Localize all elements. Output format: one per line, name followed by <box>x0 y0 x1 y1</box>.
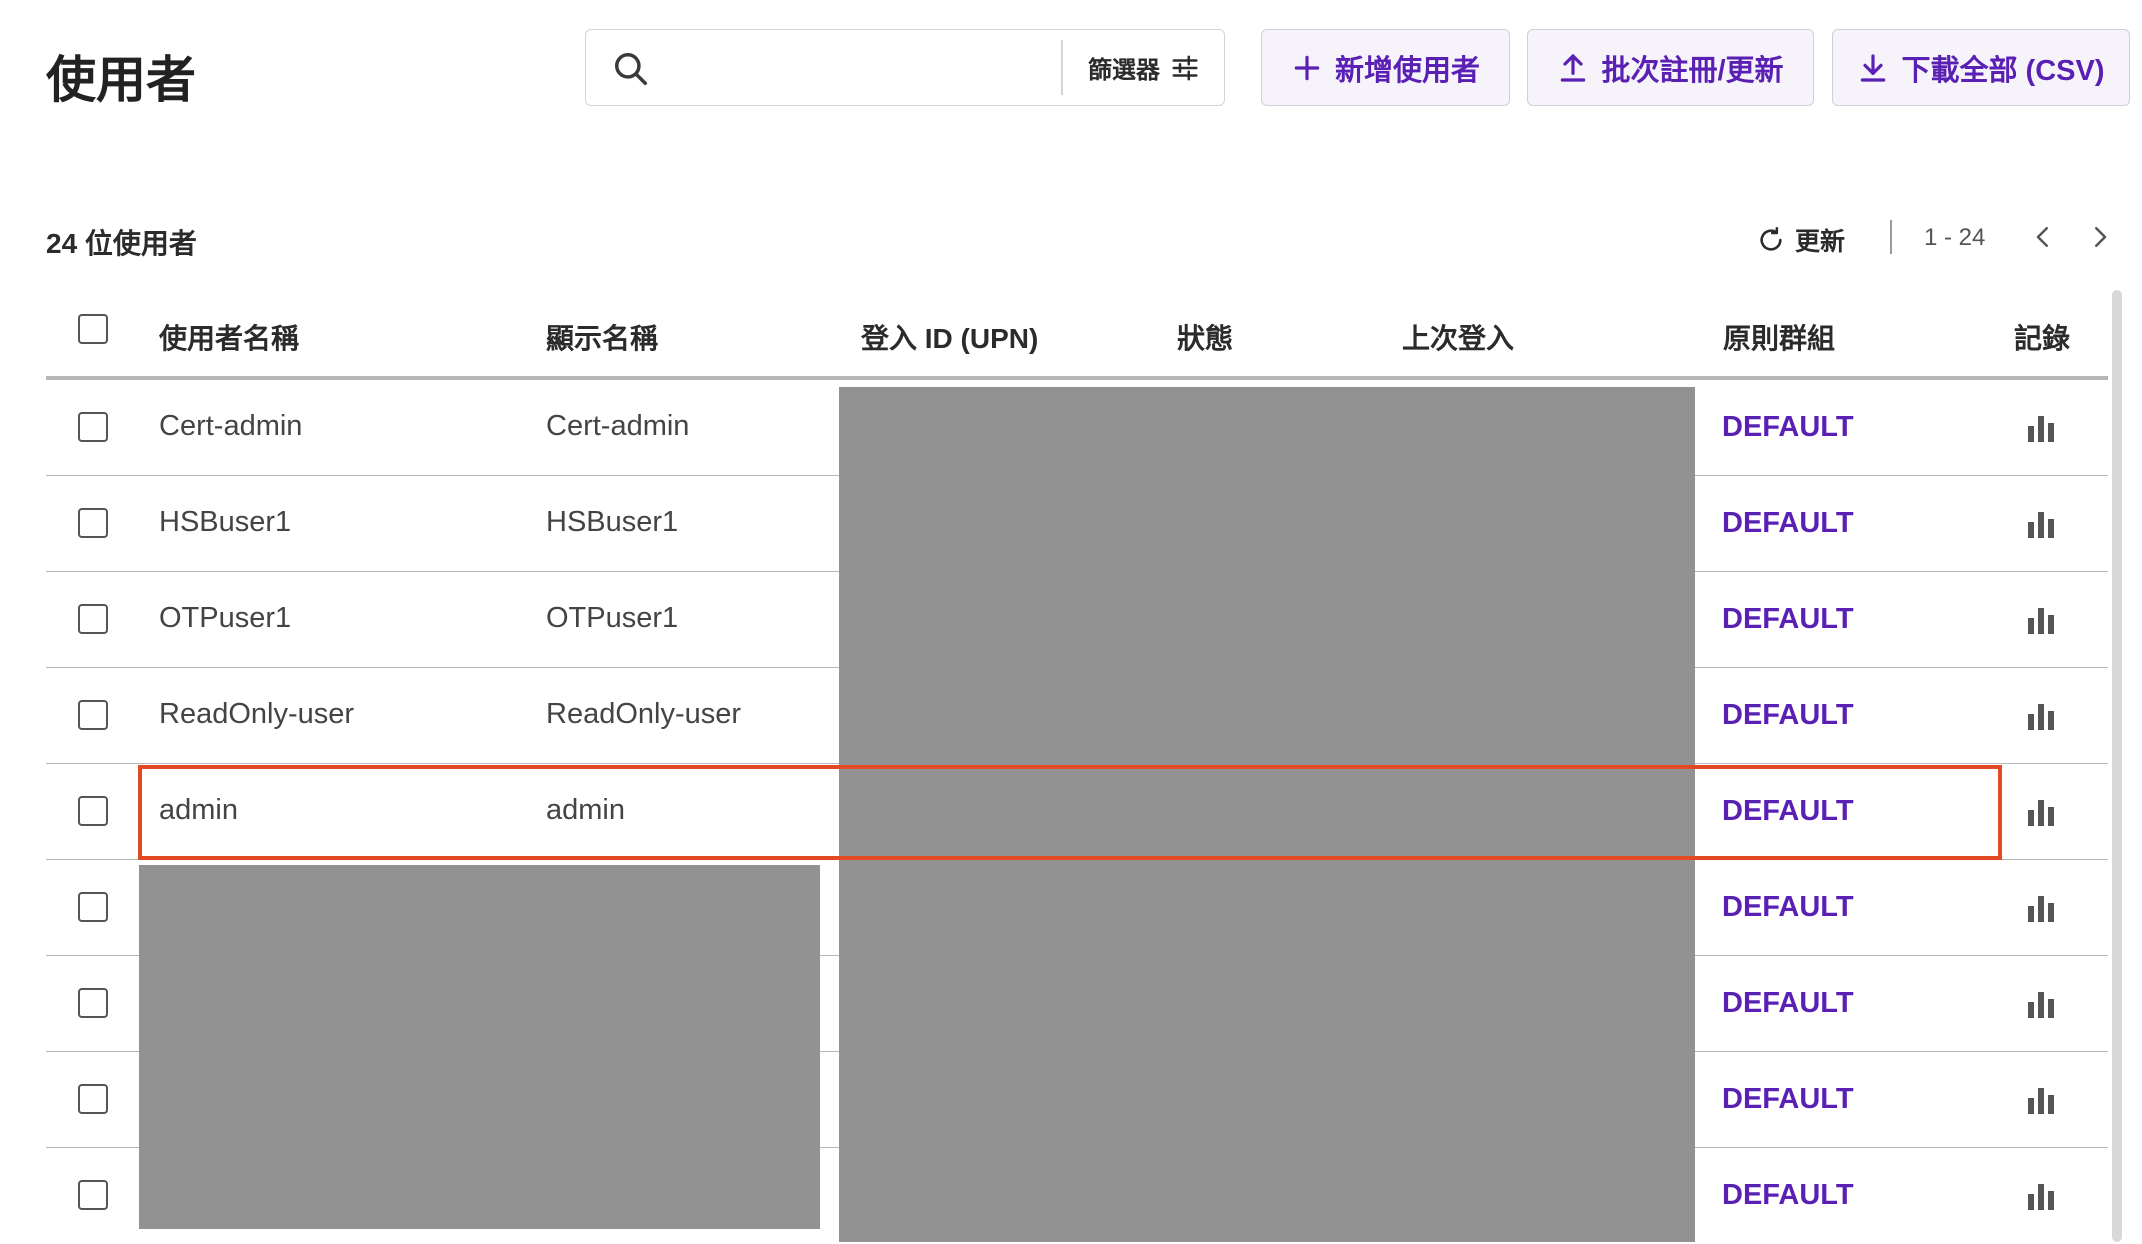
policy-group-link[interactable]: DEFAULT <box>1722 699 1854 732</box>
row-checkbox[interactable] <box>78 892 108 922</box>
row-checkbox[interactable] <box>78 412 108 442</box>
page-range: 1 - 24 <box>1924 224 1986 251</box>
add-user-button[interactable]: 新增使用者 <box>1261 29 1510 106</box>
toolbar-divider <box>1890 220 1892 254</box>
refresh-label: 更新 <box>1795 228 1846 256</box>
policy-group-link[interactable]: DEFAULT <box>1722 411 1854 444</box>
bar-chart-icon[interactable] <box>2026 414 2056 442</box>
scrollbar[interactable] <box>2112 290 2122 1242</box>
bar-chart-icon[interactable] <box>2026 702 2056 730</box>
policy-group-link[interactable]: DEFAULT <box>1722 603 1854 636</box>
download-icon <box>1861 53 1886 82</box>
select-all-checkbox[interactable] <box>78 314 108 344</box>
row-checkbox[interactable] <box>78 1180 108 1210</box>
policy-group-link[interactable]: DEFAULT <box>1722 891 1854 924</box>
sliders-icon <box>1172 55 1198 80</box>
header-username[interactable]: 使用者名稱 <box>159 317 299 357</box>
upload-icon <box>1561 53 1586 82</box>
header-status[interactable]: 狀態 <box>1177 317 1233 357</box>
page-title: 使用者 <box>46 52 196 108</box>
bulk-register-label: 批次註冊/更新 <box>1601 54 1784 87</box>
download-all-button[interactable]: 下載全部 (CSV) <box>1832 29 2130 106</box>
search-divider <box>1061 40 1063 95</box>
bulk-register-button[interactable]: 批次註冊/更新 <box>1527 29 1814 106</box>
header-last-login[interactable]: 上次登入 <box>1402 317 1514 357</box>
search-bar: 篩選器 <box>585 29 1230 106</box>
bar-chart-icon[interactable] <box>2026 1182 2056 1210</box>
username-cell[interactable]: OTPuser1 <box>159 602 291 635</box>
username-cell[interactable]: HSBuser1 <box>159 506 291 539</box>
row-checkbox[interactable] <box>78 796 108 826</box>
bar-chart-icon[interactable] <box>2026 1086 2056 1114</box>
policy-group-link[interactable]: DEFAULT <box>1722 795 1854 828</box>
policy-group-link[interactable]: DEFAULT <box>1722 1179 1854 1212</box>
row-checkbox[interactable] <box>78 988 108 1018</box>
display-name-cell: HSBuser1 <box>546 506 679 538</box>
header-policy-group[interactable]: 原則群組 <box>1723 317 1835 357</box>
chevron-right-icon[interactable] <box>2085 222 2115 252</box>
redacted-region <box>839 387 1695 1242</box>
row-checkbox[interactable] <box>78 508 108 538</box>
display-name-cell: OTPuser1 <box>546 602 679 634</box>
add-user-label: 新增使用者 <box>1334 54 1480 87</box>
plus-icon <box>1294 55 1320 80</box>
display-name-cell: admin <box>546 794 625 826</box>
bar-chart-icon[interactable] <box>2026 606 2056 634</box>
row-checkbox[interactable] <box>78 604 108 634</box>
header-login-id[interactable]: 登入 ID (UPN) <box>861 317 1038 357</box>
header-records: 記錄 <box>2014 323 2071 354</box>
header-display-name[interactable]: 顯示名稱 <box>546 317 658 357</box>
policy-group-link[interactable]: DEFAULT <box>1722 1083 1854 1116</box>
bar-chart-icon[interactable] <box>2026 798 2056 826</box>
redacted-region <box>139 865 820 1229</box>
table-header: 使用者名稱 顯示名稱 登入 ID (UPN) 狀態 上次登入 原則群組 記錄 <box>46 300 2108 380</box>
row-checkbox[interactable] <box>78 700 108 730</box>
refresh-button[interactable]: 更新 <box>1757 222 1845 258</box>
display-name-cell: Cert-admin <box>546 410 690 442</box>
display-name-cell: ReadOnly-user <box>546 698 742 730</box>
username-cell[interactable]: admin <box>159 794 238 827</box>
chevron-left-icon[interactable] <box>2028 222 2058 252</box>
username-cell[interactable]: ReadOnly-user <box>159 698 354 731</box>
search-icon <box>615 53 647 85</box>
policy-group-link[interactable]: DEFAULT <box>1722 507 1854 540</box>
filter-button[interactable]: 篩選器 <box>1064 30 1224 105</box>
download-all-label: 下載全部 (CSV) <box>1901 54 2105 87</box>
bar-chart-icon[interactable] <box>2026 510 2056 538</box>
policy-group-link[interactable]: DEFAULT <box>1722 987 1854 1020</box>
username-cell[interactable]: Cert-admin <box>159 410 302 443</box>
refresh-icon <box>1760 227 1782 251</box>
user-count: 24 位使用者 <box>46 228 197 259</box>
filter-label: 篩選器 <box>1088 57 1160 84</box>
row-checkbox[interactable] <box>78 1084 108 1114</box>
bar-chart-icon[interactable] <box>2026 894 2056 922</box>
bar-chart-icon[interactable] <box>2026 990 2056 1018</box>
